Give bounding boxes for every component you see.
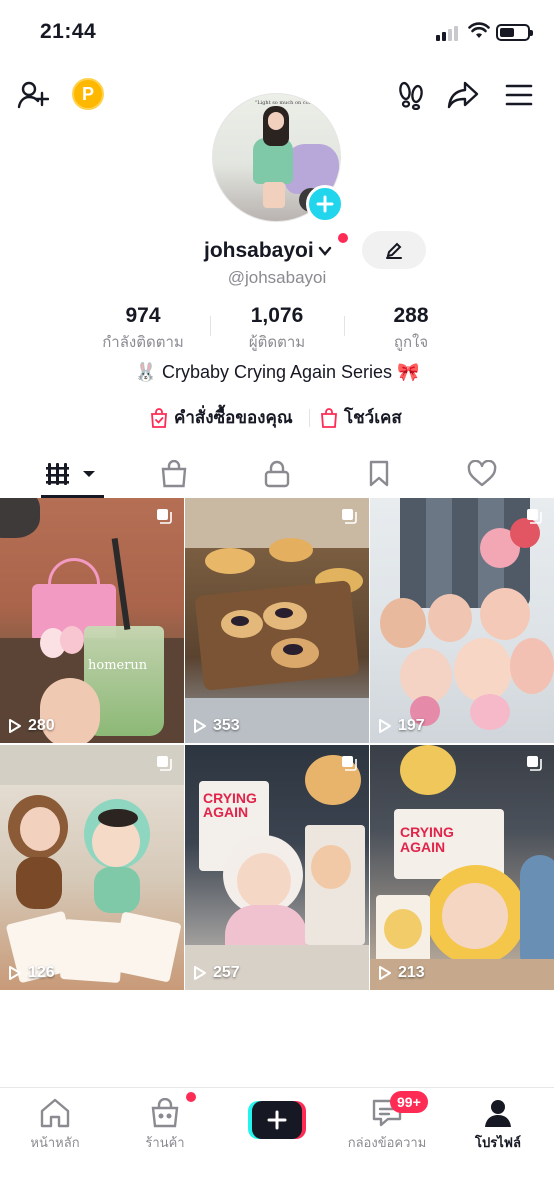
video-grid: homerun 280 353 197 126 CRYING AGAIN 257… (0, 498, 554, 990)
orders-link[interactable]: คำสั่งซื้อของคุณ (150, 404, 293, 431)
showcase-link[interactable]: โชว์เคส (320, 404, 402, 431)
profile-icon (485, 1100, 511, 1127)
shopping-bag-icon (321, 407, 337, 428)
orders-link-label: คำสั่งซื้อของคุณ (174, 408, 293, 427)
play-icon (9, 719, 21, 733)
pencil-icon (386, 242, 402, 259)
battery-icon (496, 24, 533, 41)
view-count: 126 (8, 964, 55, 982)
videos-grid-tab[interactable] (42, 456, 102, 492)
video-thumbnail[interactable]: CRYING AGAIN 213 (370, 745, 554, 990)
create-button[interactable] (248, 1101, 306, 1139)
status-bar: 21:44 (0, 0, 554, 66)
nav-inbox-label: กล่องข้อความ (347, 1135, 427, 1150)
followers-label: ผู้ติดตาม (248, 334, 306, 351)
multi-photo-icon (157, 509, 172, 524)
lock-icon (264, 460, 290, 488)
profile-links: คำสั่งซื้อของคุณ โชว์เคส (0, 404, 554, 434)
private-tab[interactable] (247, 456, 307, 492)
nav-shop-label: ร้านค้า (145, 1135, 185, 1150)
likes-stat[interactable]: 288 ถูกใจ (346, 304, 476, 354)
menu-icon[interactable] (502, 78, 536, 112)
view-count: 197 (378, 717, 425, 735)
nav-home-label: หน้าหลัก (30, 1135, 80, 1150)
multi-photo-icon (342, 509, 357, 524)
add-story-button[interactable] (306, 185, 344, 223)
video-overlay-text: CRYING AGAIN (203, 790, 257, 820)
liked-tab[interactable] (452, 456, 512, 492)
likes-count: 288 (393, 304, 429, 327)
account-switcher[interactable]: johsabayoi (204, 236, 332, 266)
shop-bag-icon (161, 460, 187, 488)
followers-count: 1,076 (250, 304, 304, 327)
following-stat[interactable]: 974 กำลังติดตาม (78, 304, 208, 354)
username: johsabayoi (204, 239, 314, 262)
showcase-link-label: โชว์เคส (344, 408, 402, 427)
footprints-icon[interactable] (394, 78, 428, 112)
shopping-bag-check-icon (151, 407, 167, 428)
video-thumbnail[interactable]: CRYING AGAIN 257 (185, 745, 369, 990)
multi-photo-icon (527, 509, 542, 524)
play-icon (379, 966, 391, 980)
video-thumbnail[interactable]: 197 (370, 498, 554, 743)
view-count: 353 (193, 717, 240, 735)
bottom-nav: หน้าหลัก ร้านค้า กล่องข้อความ 99+ โปรไฟล… (0, 1087, 554, 1199)
status-time: 21:44 (40, 20, 97, 43)
nav-profile-label: โปรไฟล์ (475, 1135, 521, 1150)
view-count: 280 (8, 717, 55, 735)
bio: 🐰 Crybaby Crying Again Series 🎀 (134, 362, 420, 382)
video-thumbnail[interactable]: homerun 280 (0, 498, 184, 743)
multi-photo-icon (342, 756, 357, 771)
shop-icon (151, 1098, 179, 1128)
heart-icon (467, 460, 497, 487)
plus-icon (267, 1110, 287, 1130)
nav-home[interactable]: หน้าหลัก (5, 1096, 105, 1153)
chevron-down-icon (318, 246, 331, 256)
nav-profile[interactable]: โปรไฟล์ (448, 1096, 548, 1153)
bookmark-icon (369, 460, 389, 487)
video-thumbnail[interactable]: 126 (0, 745, 184, 990)
user-handle: @johsabayoi (227, 268, 327, 287)
play-icon (194, 719, 206, 733)
play-icon (194, 966, 206, 980)
shop-tab[interactable] (144, 456, 204, 492)
profile-tabs (0, 450, 554, 498)
saved-tab[interactable] (349, 456, 409, 492)
video-overlay-text: homerun (88, 658, 148, 673)
following-label: กำลังติดตาม (102, 334, 184, 351)
play-icon (9, 966, 21, 980)
notification-dot (338, 233, 348, 243)
add-friend-icon[interactable] (16, 78, 50, 112)
video-thumbnail[interactable]: 353 (185, 498, 369, 743)
likes-label: ถูกใจ (393, 334, 429, 351)
grid-icon (46, 463, 95, 485)
multi-photo-icon (527, 756, 542, 771)
edit-profile-button[interactable] (362, 231, 426, 269)
nav-shop[interactable]: ร้านค้า (115, 1096, 215, 1153)
avatar-wall-text: "Light so much on coffee." (255, 100, 322, 106)
coin-icon[interactable]: P (72, 78, 104, 110)
wifi-icon (468, 22, 490, 38)
shop-notification-dot (186, 1092, 196, 1102)
following-count: 974 (125, 304, 161, 327)
inbox-badge: 99+ (390, 1091, 428, 1113)
view-count: 257 (193, 964, 240, 982)
view-count: 213 (378, 964, 425, 982)
share-icon[interactable] (446, 78, 480, 112)
profile-stats: 974 กำลังติดตาม 1,076 ผู้ติดตาม 288 ถูกใ… (80, 304, 472, 354)
play-icon (379, 719, 391, 733)
followers-stat[interactable]: 1,076 ผู้ติดตาม (212, 304, 342, 354)
multi-photo-icon (157, 756, 172, 771)
video-overlay-text: CRYING AGAIN (400, 824, 454, 855)
home-icon (40, 1098, 70, 1128)
cellular-signal-icon (436, 25, 462, 41)
plus-icon (316, 195, 334, 213)
